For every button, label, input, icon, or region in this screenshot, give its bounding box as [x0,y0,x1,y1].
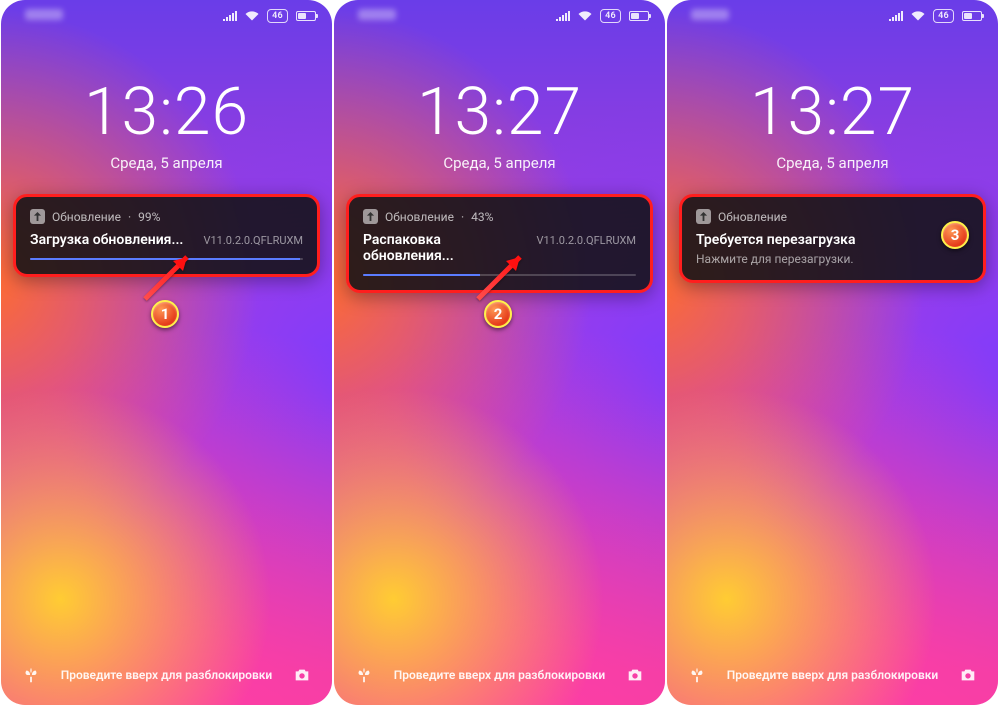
phone-screenshot-2: 46 13:27 Среда, 5 апреля Обновление · 43… [334,0,665,705]
lockscreen-date: Среда, 5 апреля [667,154,998,172]
status-bar: 46 [667,6,998,26]
progress-bar [363,274,636,276]
lockscreen-time: 13:27 [334,80,665,146]
camera-icon[interactable] [956,663,980,687]
battery-percent-pill: 46 [933,9,954,23]
lockscreen-date: Среда, 5 апреля [1,154,332,172]
tulip-icon[interactable] [685,663,709,687]
lockscreen-time: 13:26 [1,80,332,146]
battery-percent-pill: 46 [600,9,621,23]
battery-icon [962,11,982,21]
unlock-hint: Проведите вверх для разблокировки [43,668,290,682]
notification-subtitle: Нажмите для перезагрузки. [696,252,969,266]
step-badge: 3 [941,221,969,249]
signal-icon [889,11,903,21]
unlock-hint: Проведите вверх для разблокировки [709,668,956,682]
lockscreen-date: Среда, 5 апреля [334,154,665,172]
lockscreen-clock-block: 13:26 Среда, 5 апреля [1,80,332,172]
lockscreen-time: 13:27 [667,80,998,146]
update-app-icon [363,209,378,224]
signal-icon [556,11,570,21]
lockscreen-clock-block: 13:27 Среда, 5 апреля [334,80,665,172]
wifi-icon [245,11,259,21]
notification-app-name: Обновление [718,210,787,224]
update-notification[interactable]: Обновление Требуется перезагрузка Нажмит… [679,194,986,283]
notification-app-name: Обновление [52,210,121,224]
notification-version: V11.0.2.0.QFLRUXM [537,234,637,247]
wifi-icon [578,11,592,21]
signal-icon [223,11,237,21]
notification-version: V11.0.2.0.QFLRUXM [204,234,304,247]
step-badge: 2 [484,300,512,328]
notification-title: Загрузка обновления... [30,232,183,248]
battery-percent-pill: 46 [267,9,288,23]
camera-icon[interactable] [623,663,647,687]
camera-icon[interactable] [290,663,314,687]
update-app-icon [696,209,711,224]
battery-icon [296,11,316,21]
tulip-icon[interactable] [19,663,43,687]
status-bar: 46 [1,6,332,26]
notification-progress-percent: 99% [138,210,160,224]
notification-title: Требуется перезагрузка [696,232,855,248]
battery-icon [629,11,649,21]
progress-bar [30,258,303,260]
phone-screenshot-3: 46 13:27 Среда, 5 апреля Обновление Треб… [667,0,998,705]
update-notification[interactable]: Обновление · 43% Распаковка обновления..… [346,194,653,293]
update-app-icon [30,209,45,224]
unlock-hint: Проведите вверх для разблокировки [376,668,623,682]
wifi-icon [911,11,925,21]
lockscreen-clock-block: 13:27 Среда, 5 апреля [667,80,998,172]
notification-app-name: Обновление [385,210,454,224]
notification-title: Распаковка обновления... [363,232,529,264]
update-notification[interactable]: Обновление · 99% Загрузка обновления... … [13,194,320,277]
phone-screenshot-1: 46 13:26 Среда, 5 апреля Обновление · 99… [1,0,332,705]
step-badge: 1 [151,300,179,328]
tulip-icon[interactable] [352,663,376,687]
notification-progress-percent: 43% [471,210,493,224]
status-bar: 46 [334,6,665,26]
